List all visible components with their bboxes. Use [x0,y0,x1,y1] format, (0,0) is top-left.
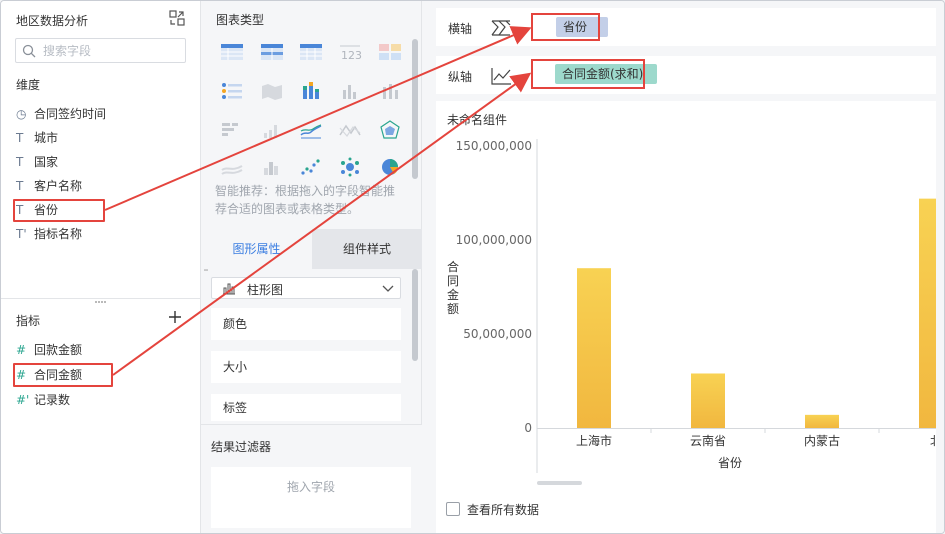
annotation-arrows [104,13,645,376]
arrow-province-to-x-axis [104,26,532,211]
highlight-box-x-pill [531,13,600,41]
app-window: 地区数据分析 维度 ◷合同签约时间T城市T国家T客户名称T省份T'指标名称 指标… [0,0,945,534]
arrow-amount-to-y-axis [112,72,532,376]
highlight-box-y-pill [531,59,645,89]
